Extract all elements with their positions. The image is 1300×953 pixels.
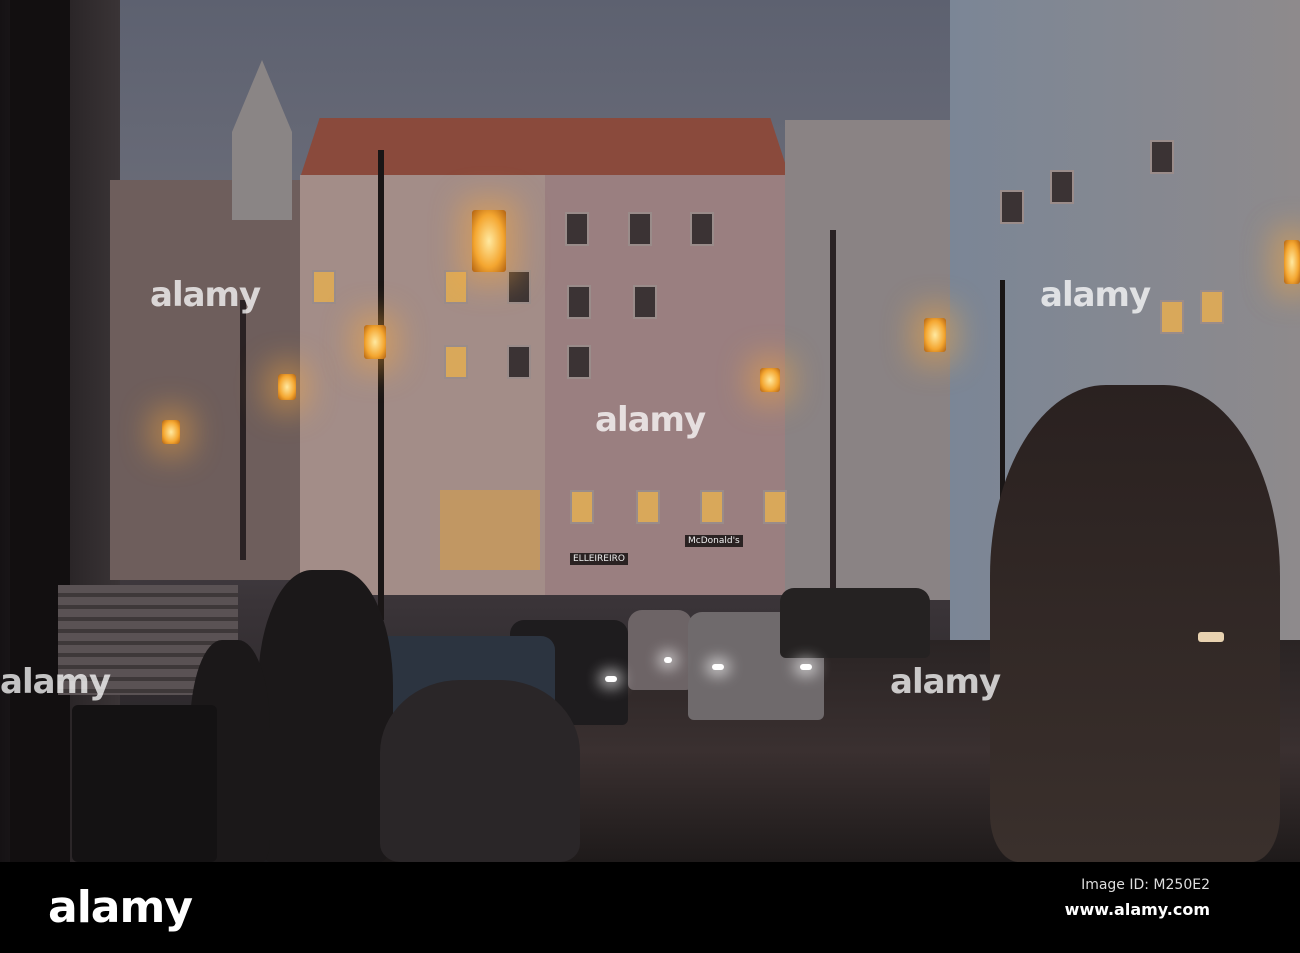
shopfront bbox=[440, 490, 540, 570]
window bbox=[700, 490, 724, 524]
watermark: alamy bbox=[595, 400, 706, 440]
window bbox=[636, 490, 660, 524]
street-lamp bbox=[1284, 240, 1300, 284]
window bbox=[1150, 140, 1174, 174]
headlight bbox=[605, 676, 617, 682]
window bbox=[1200, 290, 1224, 324]
shop-sign: ELLEIREIRO bbox=[570, 553, 628, 565]
street-lamp bbox=[472, 210, 506, 272]
window bbox=[690, 212, 714, 246]
headlight bbox=[712, 664, 724, 670]
window bbox=[444, 345, 468, 379]
window bbox=[763, 490, 787, 524]
window bbox=[633, 285, 657, 319]
image-id: Image ID: M250E2 bbox=[1081, 877, 1210, 893]
watermark: alamy bbox=[1040, 275, 1151, 315]
tower bbox=[232, 60, 292, 220]
lamp-post bbox=[378, 150, 384, 620]
man-foreground bbox=[258, 570, 393, 862]
grey-building bbox=[785, 120, 955, 600]
street-lamp bbox=[924, 318, 946, 352]
footer-bar: alamy Image ID: M250E2 www.alamy.com bbox=[0, 862, 1300, 953]
tree bbox=[240, 300, 246, 560]
person-crowd bbox=[380, 680, 580, 862]
window bbox=[1050, 170, 1074, 204]
window bbox=[570, 490, 594, 524]
watermark: alamy bbox=[150, 275, 261, 315]
street-scene-photo: ELLEIREIRO McDonald's alamy alamy alamy … bbox=[0, 0, 1300, 862]
window bbox=[565, 212, 589, 246]
left-tree-trunk bbox=[10, 0, 70, 862]
car bbox=[628, 610, 692, 690]
window bbox=[1000, 190, 1024, 224]
tree bbox=[830, 230, 836, 610]
headlight bbox=[664, 657, 672, 663]
window bbox=[1160, 300, 1184, 334]
headlight bbox=[800, 664, 812, 670]
car bbox=[780, 588, 930, 658]
window bbox=[312, 270, 336, 304]
trash-bin bbox=[72, 705, 217, 862]
street-lamp bbox=[364, 325, 386, 359]
street-lamp bbox=[162, 420, 180, 444]
street-lamp bbox=[760, 368, 780, 392]
woman-with-phone bbox=[990, 385, 1280, 862]
roof bbox=[300, 118, 790, 178]
window bbox=[567, 285, 591, 319]
window bbox=[628, 212, 652, 246]
site-url: www.alamy.com bbox=[1064, 900, 1210, 919]
mcdonalds-sign: McDonald's bbox=[685, 535, 743, 547]
window bbox=[444, 270, 468, 304]
window bbox=[567, 345, 591, 379]
stock-photo: ELLEIREIRO McDonald's alamy alamy alamy … bbox=[0, 0, 1300, 953]
window bbox=[507, 270, 531, 304]
alamy-logo: alamy bbox=[48, 882, 193, 933]
watermark: alamy bbox=[0, 662, 111, 702]
window bbox=[507, 345, 531, 379]
phone-glow bbox=[1198, 632, 1224, 642]
street-lamp bbox=[278, 374, 296, 400]
watermark: alamy bbox=[890, 662, 1001, 702]
